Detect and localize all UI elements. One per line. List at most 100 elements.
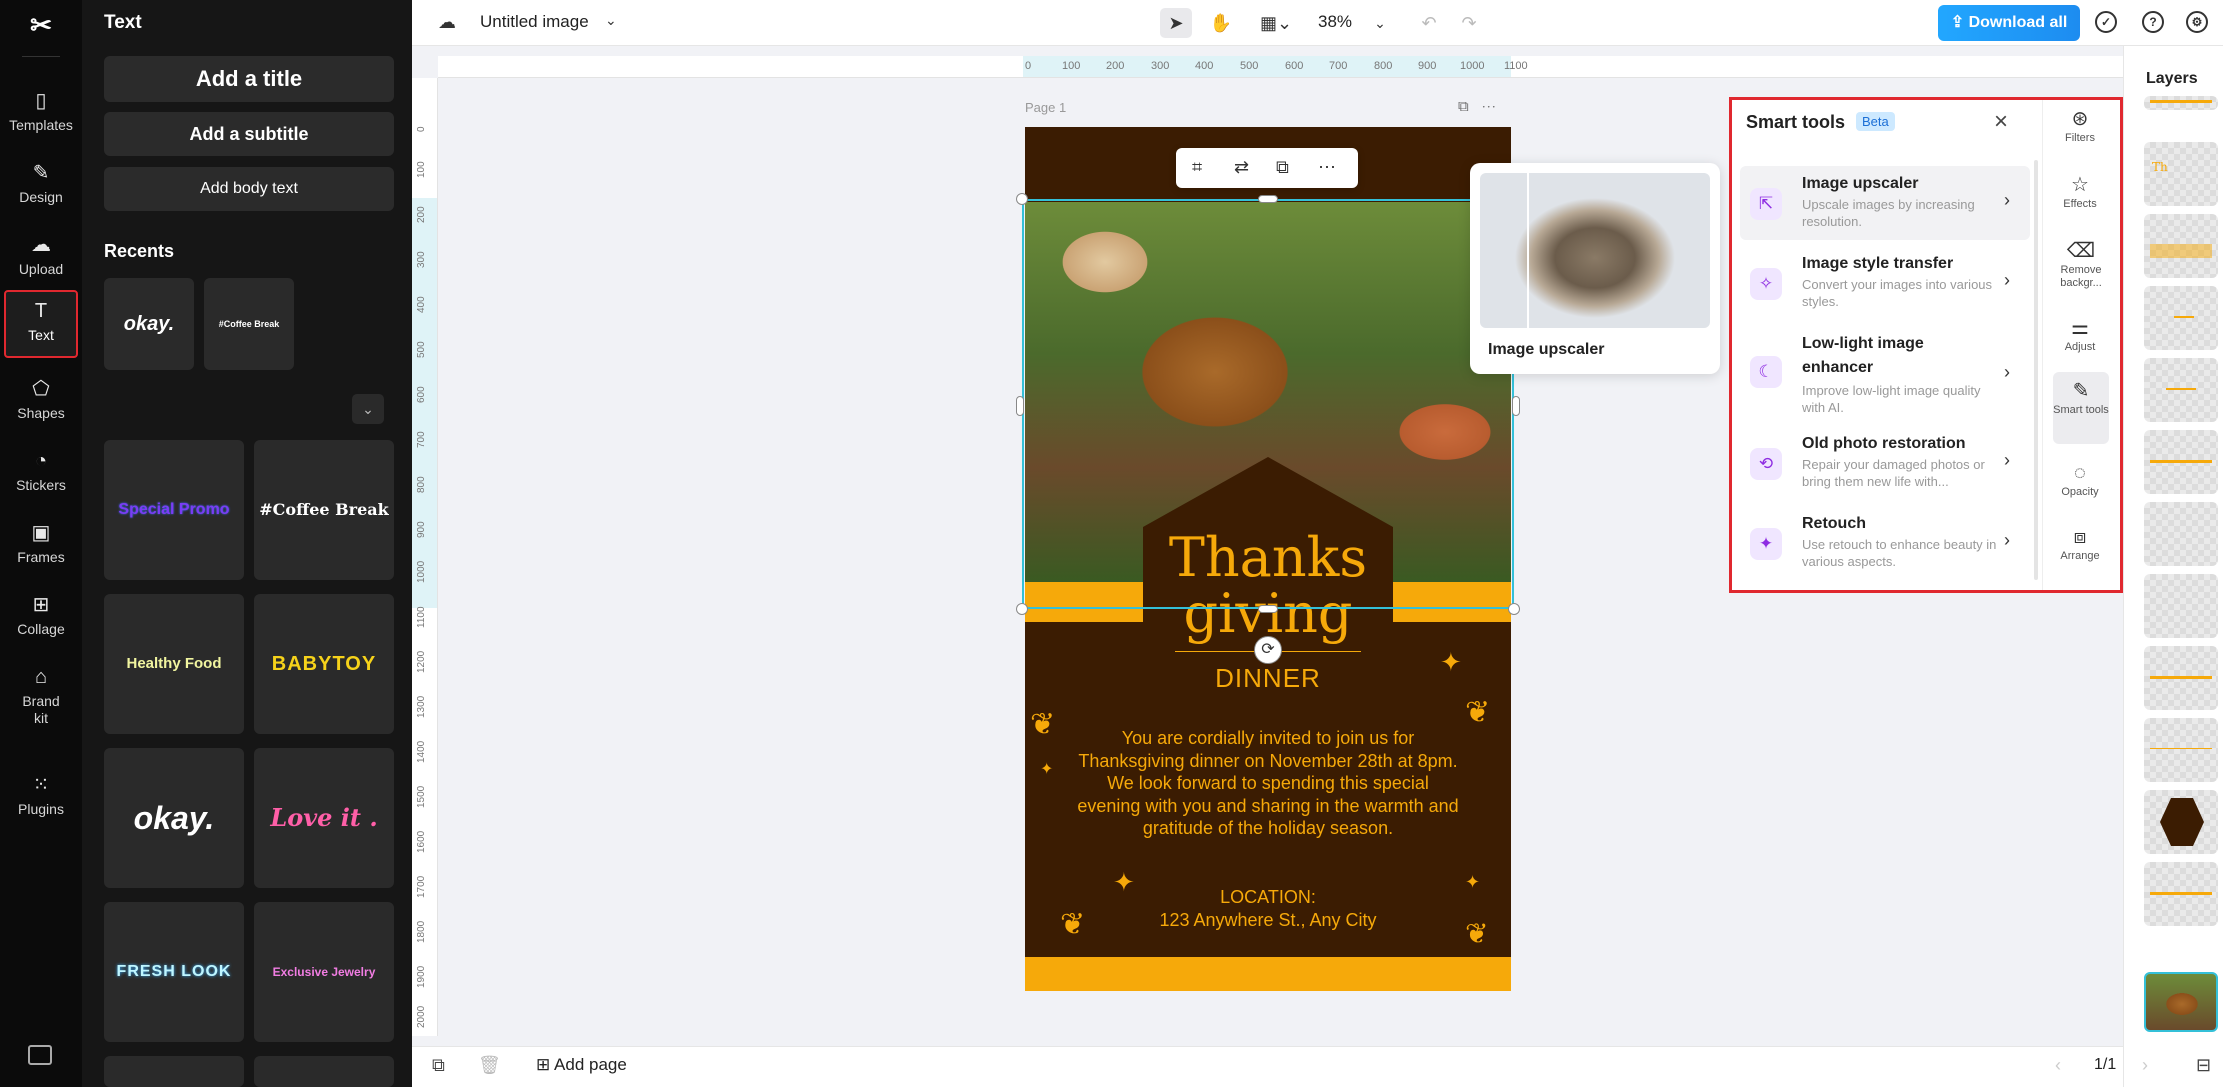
address-text[interactable]: 123 Anywhere St., Any City (1025, 910, 1511, 931)
keyboard-icon[interactable] (28, 1045, 52, 1065)
document-title[interactable]: Untitled image (480, 12, 589, 32)
layer-item[interactable] (2144, 214, 2218, 278)
location-label[interactable]: LOCATION: (1025, 887, 1511, 908)
replace-icon[interactable]: ⇄ (1234, 157, 1249, 178)
side-tool-filters[interactable]: ⊛ Filters (2045, 106, 2115, 145)
rail-item-plugins[interactable]: ⁙ Plugins (4, 766, 78, 830)
side-tool-effects[interactable]: ☆ Effects (2045, 172, 2115, 211)
resize-handle[interactable] (1258, 605, 1278, 613)
undo-icon[interactable]: ↶ (1418, 8, 1440, 38)
layer-item[interactable] (2144, 430, 2218, 494)
resize-handle[interactable] (1016, 603, 1028, 615)
resize-handle[interactable] (1508, 603, 1520, 615)
preset-special-promo[interactable]: Special Promo (104, 440, 244, 580)
download-all-button[interactable]: ⇪ Download all (1938, 5, 2080, 41)
recent-text-coffee-break[interactable]: #Coffee Break (204, 278, 294, 370)
preset-okay[interactable]: okay. (104, 748, 244, 888)
layer-item[interactable] (2144, 862, 2218, 926)
duplicate-page-icon[interactable]: ⧉ (1458, 98, 1469, 115)
more-icon[interactable]: ⋯ (1318, 157, 1336, 178)
selection-box[interactable] (1022, 199, 1514, 609)
duplicate-icon[interactable]: ⧉ (432, 1055, 445, 1076)
smart-tool-old-photo[interactable]: ⟲ Old photo restoration Repair your dama… (1740, 428, 2030, 502)
rail-item-templates[interactable]: ▯ Templates (4, 82, 78, 146)
page-options[interactable]: ⧉ ⋯ (1458, 98, 1496, 115)
layer-item[interactable] (2144, 790, 2218, 854)
preset-partial-1[interactable] (104, 1056, 244, 1087)
zoom-level[interactable]: 38% (1318, 12, 1352, 32)
layer-item[interactable] (2144, 502, 2218, 566)
layer-item[interactable] (2144, 358, 2218, 422)
layer-item[interactable] (2144, 718, 2218, 782)
dinner-subtitle[interactable]: DINNER (1025, 663, 1511, 694)
scrollbar[interactable] (2034, 160, 2038, 580)
rail-item-brand-kit[interactable]: ⌂ Brand kit (4, 658, 78, 736)
cloud-sync-icon[interactable]: ☁ (438, 12, 456, 33)
layer-item[interactable] (2144, 96, 2218, 110)
preset-love-it[interactable]: Love it . (254, 748, 394, 888)
rail-item-collage[interactable]: ⊞ Collage (4, 586, 78, 650)
settings-icon[interactable]: ⚙ (2186, 11, 2208, 33)
rail-item-text[interactable]: T Text (4, 290, 78, 358)
resize-handle[interactable] (1258, 195, 1278, 203)
select-tool-icon[interactable]: ➤ (1160, 8, 1192, 38)
preset-partial-2[interactable] (254, 1056, 394, 1087)
smart-tool-low-light[interactable]: ☾ Low-light image enhancer Improve low-l… (1740, 326, 2030, 422)
recent-text-okay[interactable]: okay. (104, 278, 194, 370)
hand-tool-icon[interactable]: ✋ (1205, 8, 1237, 38)
preset-babytoy[interactable]: BABYTOY (254, 594, 394, 734)
leaf-icon: ❦ (1465, 696, 1491, 729)
shield-icon[interactable]: ✓ (2095, 11, 2117, 33)
add-page-button[interactable]: ⊞ Add page (536, 1055, 627, 1075)
rail-item-upload[interactable]: ☁ Upload (4, 226, 78, 290)
close-icon[interactable]: × (1994, 108, 2008, 136)
more-icon[interactable]: ⋯ (1481, 98, 1496, 115)
chevron-down-icon[interactable]: ⌄ (352, 394, 384, 424)
layer-item-photo[interactable] (2144, 972, 2218, 1032)
zoom-chevron-icon[interactable]: ⌄ (1370, 8, 1390, 38)
help-icon[interactable]: ? (2142, 11, 2164, 33)
rail-item-frames[interactable]: ▣ Frames (4, 514, 78, 578)
resize-handle[interactable] (1512, 396, 1520, 416)
page-manager-icon[interactable]: ⊟ (2196, 1055, 2211, 1076)
add-title-button[interactable]: Add a title (104, 56, 394, 102)
resize-handle[interactable] (1016, 396, 1024, 416)
tool-name: Low-light image enhancer (1802, 335, 1924, 376)
chevron-down-icon[interactable]: ⌄ (605, 12, 617, 29)
smart-tool-retouch[interactable]: ✦ Retouch Use retouch to enhance beauty … (1740, 508, 2030, 582)
preset-coffee-break[interactable]: #Coffee Break (254, 440, 394, 580)
ruler-label: 1400 (416, 740, 427, 763)
side-tool-remove-background[interactable]: ⌫ Remove backgr... (2045, 238, 2117, 290)
trash-icon[interactable]: 🗑 (478, 1055, 501, 1076)
add-body-text-button[interactable]: Add body text (104, 167, 394, 211)
redo-icon[interactable]: ↷ (1458, 8, 1480, 38)
side-tool-smart-tools[interactable]: ✎ Smart tools (2053, 372, 2109, 444)
rail-item-shapes[interactable]: ⬠ Shapes (4, 370, 78, 434)
preset-exclusive-jewelry[interactable]: Exclusive Jewelry (254, 902, 394, 1042)
side-tool-opacity[interactable]: ◌ Opacity (2045, 460, 2115, 499)
smart-tool-image-upscaler[interactable]: ⇱ Image upscaler Upscale images by incre… (1740, 166, 2030, 240)
smart-tool-style-transfer[interactable]: ✧ Image style transfer Convert your imag… (1740, 246, 2030, 320)
prev-page-icon[interactable]: ‹ (2055, 1055, 2061, 1076)
rotate-icon[interactable]: ⟳ (1254, 636, 1282, 664)
floating-toolbar: ⌗ ⇄ ⧉ ⋯ (1176, 148, 1358, 188)
resize-handle[interactable] (1016, 193, 1028, 205)
side-tool-adjust[interactable]: ⚌ Adjust (2045, 315, 2115, 354)
preset-fresh-look[interactable]: FRESH LOOK (104, 902, 244, 1042)
capcut-logo-icon[interactable]: ✂ (23, 10, 59, 40)
rail-item-stickers[interactable]: ◔ Stickers (4, 442, 78, 506)
preset-healthy-food[interactable]: Healthy Food (104, 594, 244, 734)
layer-item[interactable]: Th (2144, 142, 2218, 206)
side-tool-arrange[interactable]: ⧈ Arrange (2045, 524, 2115, 563)
copy-style-icon[interactable]: ⧉ (1276, 157, 1289, 178)
invitation-text[interactable]: You are cordially invited to join us for… (1075, 727, 1461, 840)
rail-item-design[interactable]: ✎ Design (4, 154, 78, 218)
layer-item[interactable] (2144, 286, 2218, 350)
next-page-icon[interactable]: › (2142, 1055, 2148, 1076)
layout-icon[interactable]: ▦⌄ (1252, 8, 1300, 38)
add-subtitle-button[interactable]: Add a subtitle (104, 112, 394, 156)
ruler-label: 100 (416, 161, 427, 178)
layer-item[interactable] (2144, 574, 2218, 638)
crop-icon[interactable]: ⌗ (1192, 157, 1202, 178)
layer-item[interactable] (2144, 646, 2218, 710)
